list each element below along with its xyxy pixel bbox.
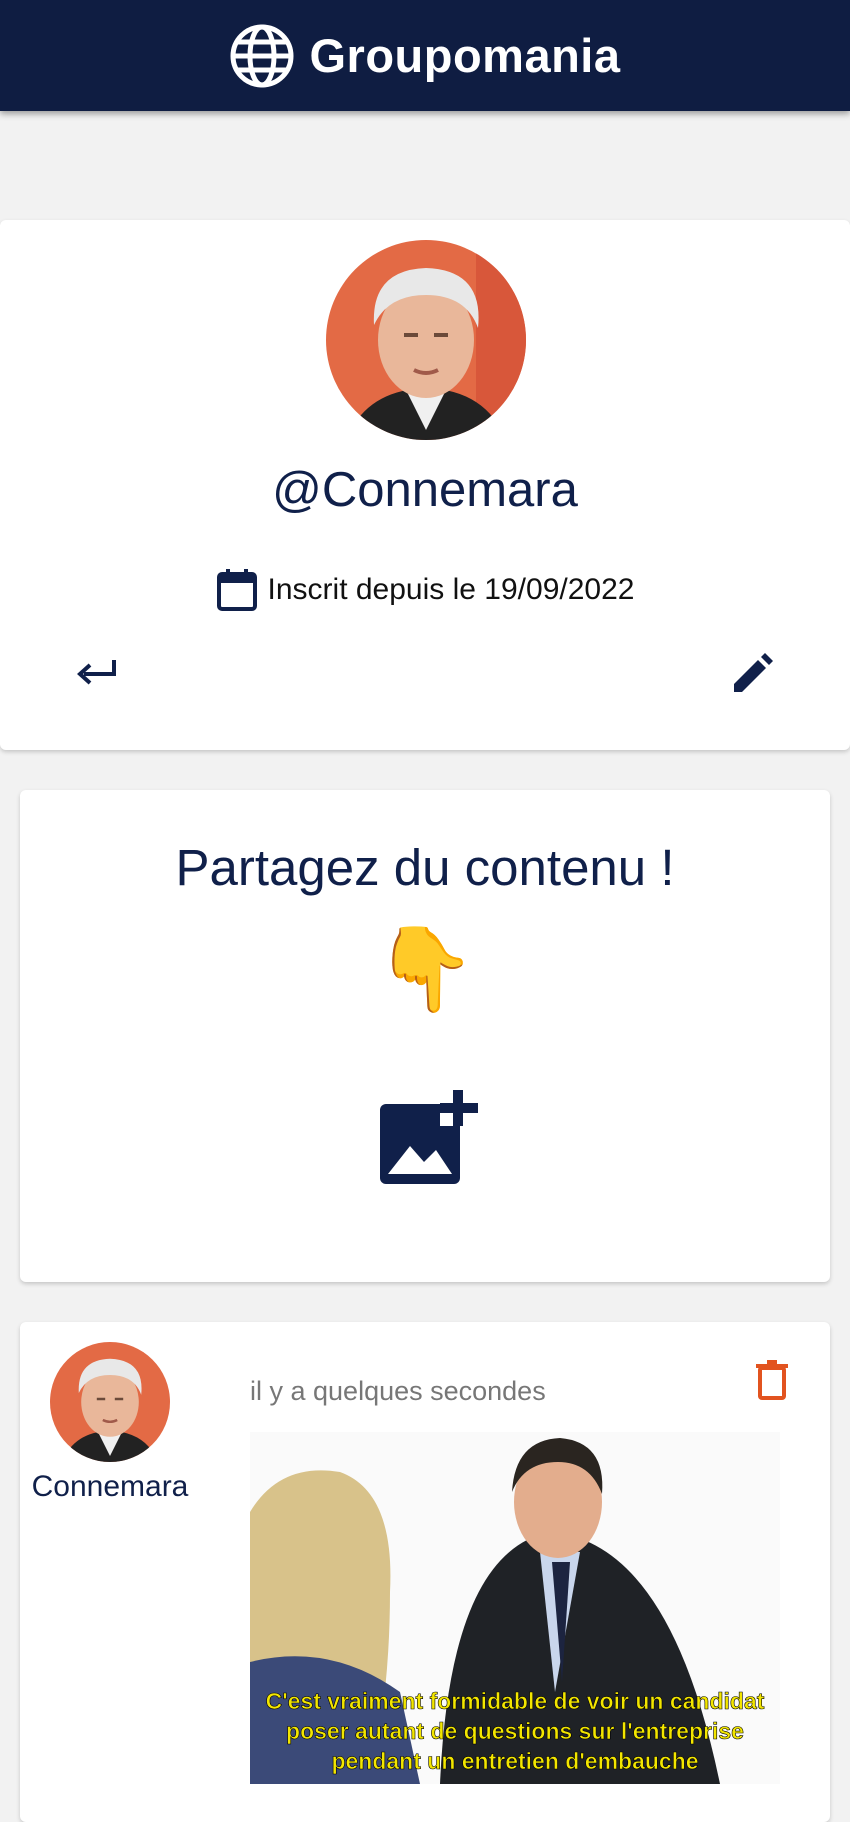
- app-header: Groupomania: [0, 0, 850, 111]
- post-author-avatar[interactable]: [50, 1342, 170, 1462]
- post-timestamp: il y a quelques secondes: [250, 1376, 546, 1406]
- caption-line: C'est vraiment formidable de voir un can…: [265, 1688, 765, 1715]
- brand[interactable]: Groupomania: [229, 23, 620, 89]
- return-arrow-icon: [77, 660, 116, 685]
- edit-profile-button[interactable]: [730, 652, 774, 696]
- globe-icon: [230, 24, 294, 87]
- post-image-caption: C'est vraiment formidable de voir un can…: [250, 1686, 780, 1776]
- add-image-button[interactable]: [378, 1088, 478, 1186]
- add-photo-icon: [380, 1088, 478, 1184]
- trash-icon: [756, 1360, 788, 1400]
- pencil-icon: [734, 653, 773, 692]
- delete-post-button[interactable]: [756, 1360, 788, 1400]
- caption-line: pendant un entretien d'embauche: [331, 1748, 699, 1775]
- member-since-text: Inscrit depuis le 19/09/2022: [267, 573, 635, 606]
- pointer-emoji: 👇: [373, 924, 477, 1015]
- app-title: Groupomania: [309, 29, 621, 82]
- caption-line: poser autant de questions sur l'entrepri…: [286, 1718, 745, 1745]
- share-title: Partagez du contenu !: [175, 839, 675, 896]
- post-image[interactable]: C'est vraiment formidable de voir un can…: [250, 1432, 780, 1784]
- post-author-name[interactable]: Connemara: [20, 1470, 200, 1504]
- calendar-icon: [216, 569, 257, 611]
- member-since: Inscrit depuis le 19/09/2022: [0, 568, 850, 612]
- profile-avatar: [326, 240, 526, 440]
- profile-username: @Connemara: [272, 463, 578, 517]
- back-button[interactable]: [74, 652, 120, 692]
